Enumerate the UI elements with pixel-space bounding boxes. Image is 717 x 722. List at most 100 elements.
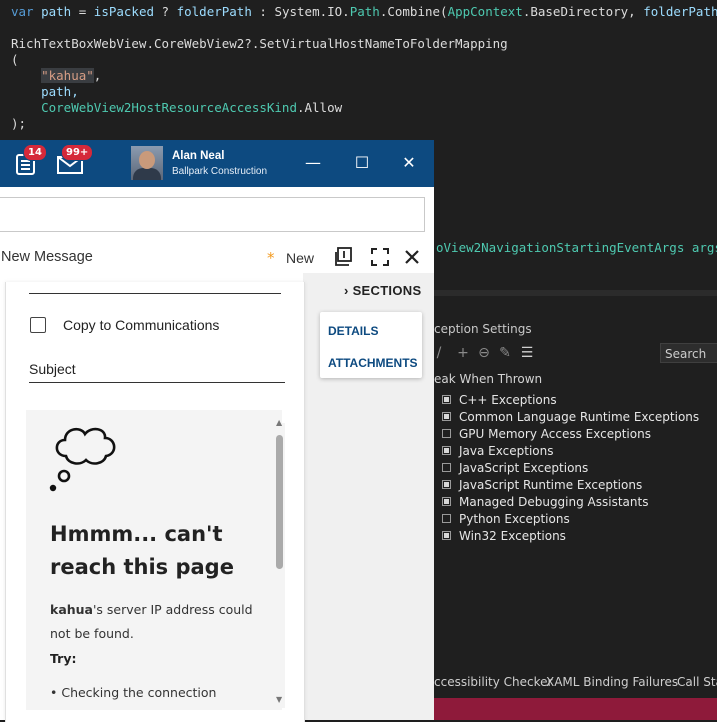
- exception-checkbox[interactable]: [442, 497, 451, 506]
- add-icon[interactable]: +: [456, 346, 470, 360]
- code-token: path: [41, 4, 72, 19]
- exception-label: Python Exceptions: [459, 512, 570, 526]
- exception-settings-panel: ception Settings / + ⊖ ✎ ☰ Search (Ct ea…: [434, 290, 717, 681]
- exception-checkbox[interactable]: [442, 531, 451, 540]
- code-line-3: RichTextBoxWebView.CoreWebView2?.SetVirt…: [11, 36, 508, 51]
- code-token: CoreWebView2HostResourceAccessKind: [41, 100, 297, 115]
- search-input[interactable]: [0, 197, 425, 232]
- exception-label: C++ Exceptions: [459, 393, 557, 407]
- filter-icon[interactable]: /: [432, 346, 446, 360]
- required-star-icon: *: [267, 249, 275, 267]
- exception-label: Win32 Exceptions: [459, 529, 566, 543]
- code-token: .Allow: [296, 100, 343, 115]
- panel-title: ception Settings: [434, 322, 532, 336]
- code-token: Combine(: [387, 4, 448, 19]
- code-token: .BaseDirectory,: [522, 4, 644, 19]
- tab-xaml-binding-failures[interactable]: XAML Binding Failures: [546, 675, 678, 689]
- column-header: eak When Thrown: [434, 372, 543, 386]
- edit-icon[interactable]: ✎: [498, 346, 512, 360]
- error-host: kahua: [50, 602, 93, 617]
- code-line-8: );: [11, 116, 27, 131]
- code-token: AppContext: [447, 4, 523, 19]
- subject-field[interactable]: Subject: [29, 361, 76, 377]
- exception-label: JavaScript Exceptions: [459, 461, 589, 475]
- close-icon[interactable]: [401, 246, 423, 268]
- exception-checkbox[interactable]: [442, 446, 451, 455]
- sections-menu: DETAILS ATTACHMENTS: [320, 312, 422, 378]
- exception-label: Common Language Runtime Exceptions: [459, 410, 700, 424]
- code-token: =: [71, 4, 94, 19]
- code-fragment: oView2NavigationStartingEventArgs args): [436, 240, 717, 255]
- exception-checkbox[interactable]: [442, 395, 451, 404]
- code-token: oView2NavigationStartingEventArgs args): [436, 240, 717, 255]
- section-link-attachments[interactable]: ATTACHMENTS: [328, 356, 418, 370]
- code-token: Path: [349, 4, 380, 19]
- section-link-details[interactable]: DETAILS: [328, 324, 378, 338]
- error-title: Hmmm... can't reach this page: [50, 522, 234, 579]
- thought-bubble-icon: [49, 427, 116, 492]
- code-token: ,: [93, 68, 102, 83]
- scroll-down-icon[interactable]: ▼: [276, 695, 282, 704]
- chevron-right-icon: ›: [344, 283, 349, 298]
- sections-toggle[interactable]: › SECTIONS: [344, 283, 421, 298]
- exception-label: Java Exceptions: [459, 444, 554, 458]
- code-line-6: path,: [11, 84, 79, 99]
- code-string: "kahua": [41, 68, 94, 83]
- list-icon[interactable]: ☰: [520, 346, 534, 360]
- copy-to-communications-checkbox[interactable]: [30, 317, 46, 333]
- exception-checkbox[interactable]: [442, 463, 451, 472]
- code-token: ?: [154, 4, 177, 19]
- scroll-up-icon[interactable]: ▲: [276, 418, 282, 427]
- field-underline: [29, 293, 281, 294]
- sections-label: SECTIONS: [352, 283, 422, 298]
- tab-call-stack[interactable]: Call Sta: [677, 675, 717, 689]
- copy-to-communications-label: Copy to Communications: [63, 317, 220, 333]
- exception-checkbox[interactable]: [442, 412, 451, 421]
- exception-label: GPU Memory Access Exceptions: [459, 427, 651, 441]
- documents-button[interactable]: 14: [14, 144, 47, 176]
- code-token: System.IO.: [274, 4, 350, 19]
- popout-icon[interactable]: [333, 246, 355, 268]
- fullscreen-icon[interactable]: [369, 246, 391, 268]
- code-line-1: var path = isPacked ? folderPath : Syste…: [11, 4, 717, 19]
- code-token: isPacked: [93, 4, 155, 19]
- search-input[interactable]: Search (Ct: [660, 343, 717, 363]
- kahua-window: 14 99+ Alan Neal Ballpark Construction —…: [0, 140, 434, 722]
- exception-checkbox[interactable]: [442, 514, 451, 523]
- title-bar: 14 99+ Alan Neal Ballpark Construction —…: [0, 140, 434, 187]
- minimize-button[interactable]: —: [303, 153, 323, 173]
- field-underline: [29, 382, 285, 383]
- close-button[interactable]: ✕: [399, 153, 419, 173]
- code-line-7: CoreWebView2HostResourceAccessKind.Allow: [11, 100, 342, 115]
- scrollbar-thumb[interactable]: [276, 435, 283, 569]
- code-token: :: [251, 4, 275, 19]
- exception-checkbox[interactable]: [442, 480, 451, 489]
- new-status-label: New: [286, 250, 315, 266]
- code-line-4: (: [11, 52, 19, 67]
- code-token: folderPath: [643, 4, 717, 19]
- bottom-tab-strip: ccessibility Checker XAML Binding Failur…: [434, 672, 717, 698]
- page-title: New Message: [1, 249, 93, 265]
- user-name: Alan Neal: [172, 150, 225, 162]
- exception-label: Managed Debugging Assistants: [459, 495, 649, 509]
- code-token: var: [11, 4, 34, 19]
- embedded-browser[interactable]: Hmmm... can't reach this page kahua's se…: [26, 410, 282, 710]
- avatar[interactable]: [131, 146, 163, 180]
- suggestion-item: • Checking the connection: [50, 685, 217, 700]
- status-bar: [434, 698, 717, 720]
- remove-icon[interactable]: ⊖: [477, 346, 491, 360]
- try-heading: Try:: [50, 651, 77, 666]
- code-token: folderPath: [176, 4, 252, 19]
- code-token: path,: [41, 84, 79, 99]
- maximize-button[interactable]: ☐: [352, 153, 372, 173]
- exception-label: JavaScript Runtime Exceptions: [459, 478, 643, 492]
- user-company: Ballpark Construction: [172, 166, 268, 177]
- tab-accessibility-checker[interactable]: ccessibility Checker: [434, 675, 552, 689]
- message-header: New Message * New: [0, 243, 434, 273]
- messages-button[interactable]: 99+: [57, 144, 94, 176]
- exception-checkbox[interactable]: [442, 429, 451, 438]
- error-message: kahua's server IP address could not be f…: [50, 598, 260, 646]
- messages-badge: 99+: [61, 144, 94, 161]
- documents-badge: 14: [23, 144, 47, 161]
- message-form: Copy to Communications Subject Hmmm... c…: [5, 282, 305, 722]
